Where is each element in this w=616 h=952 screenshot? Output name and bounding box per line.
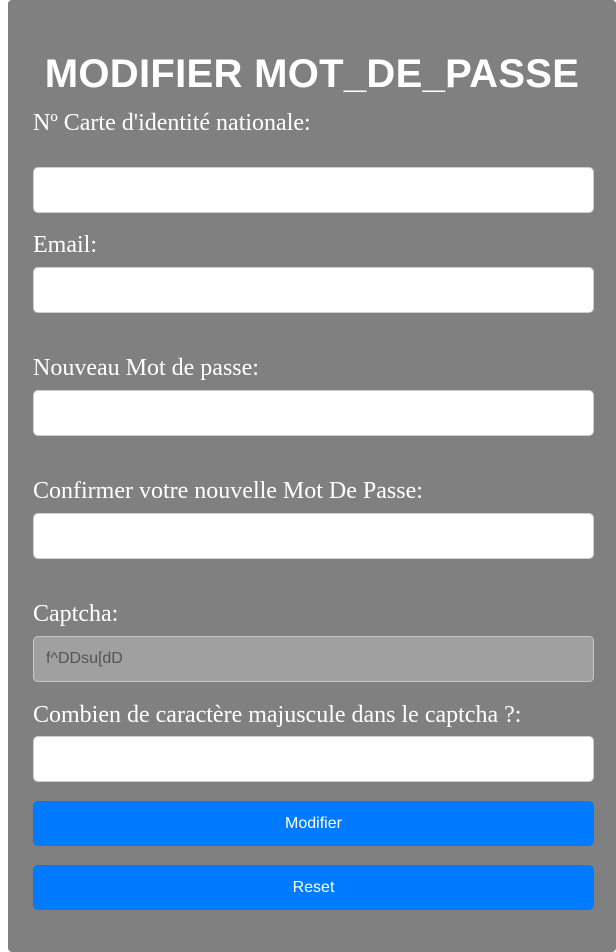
cin-input[interactable]	[33, 167, 594, 213]
cin-label: Nº Carte d'identité nationale:	[33, 110, 311, 136]
modify-button[interactable]: Modifier	[33, 801, 594, 846]
new-password-label: Nouveau Mot de passe:	[33, 355, 259, 381]
captcha-field	[33, 636, 594, 682]
confirm-password-label: Confirmer votre nouvelle Mot De Passe:	[33, 478, 423, 504]
reset-button[interactable]: Reset	[33, 865, 594, 910]
uppercase-count-input[interactable]	[33, 736, 594, 782]
form-panel: MODIFIER MOT_DE_PASSE Nº Carte d'identit…	[8, 0, 616, 952]
uppercase-question-label: Combien de caractère majuscule dans le c…	[33, 702, 522, 728]
new-password-input[interactable]	[33, 390, 594, 436]
email-input[interactable]	[33, 267, 594, 313]
captcha-label: Captcha:	[33, 601, 119, 627]
page-title: MODIFIER MOT_DE_PASSE	[44, 52, 580, 96]
confirm-password-input[interactable]	[33, 513, 594, 559]
email-label: Email:	[33, 232, 97, 258]
